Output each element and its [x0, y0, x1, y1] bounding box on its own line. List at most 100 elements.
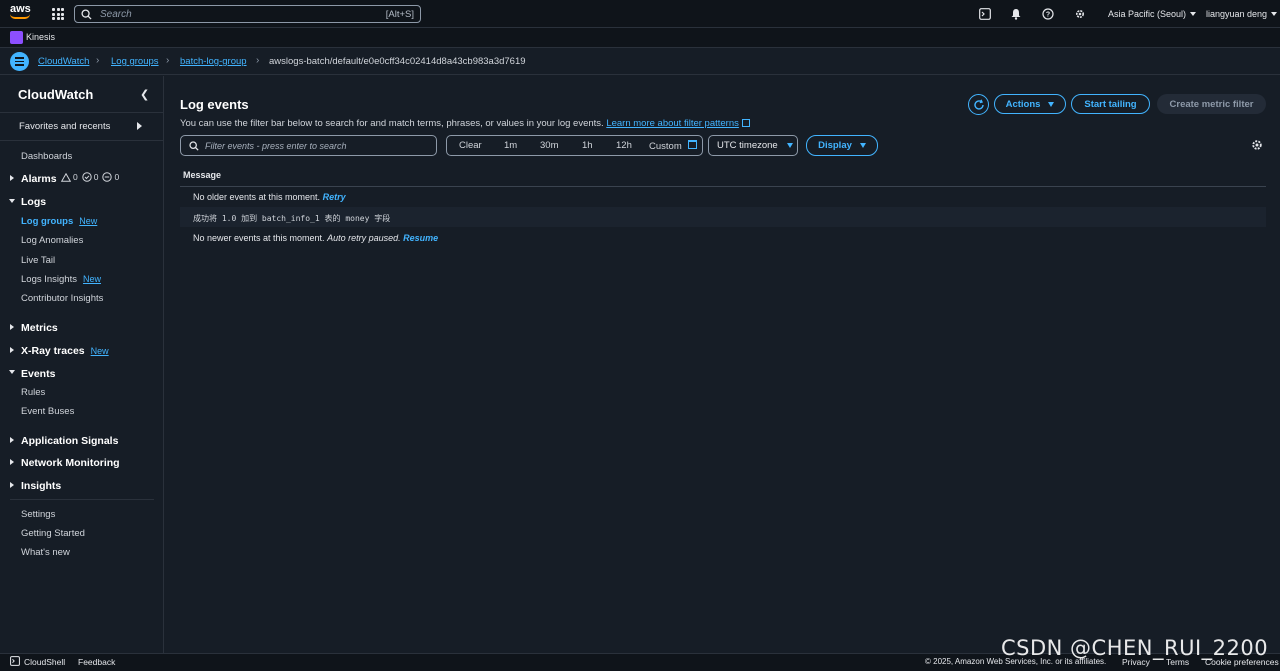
settings-gear-icon[interactable] — [1073, 7, 1087, 21]
chevron-down-icon — [1271, 12, 1278, 16]
time-30m-button[interactable]: 30m — [540, 140, 558, 151]
resume-link[interactable]: Resume — [403, 233, 438, 243]
side-menu-toggle-button[interactable] — [10, 52, 29, 71]
sidebar-section-network-monitoring[interactable]: Network Monitoring — [21, 457, 120, 469]
favorites-and-recents[interactable]: Favorites and recents — [19, 121, 110, 132]
new-badge[interactable]: New — [91, 346, 109, 356]
caret-right-icon[interactable] — [10, 347, 14, 353]
aws-logo[interactable]: aws — [10, 4, 34, 24]
sidebar-item-logs-insights[interactable]: Logs Insights New — [21, 274, 101, 285]
search-icon — [189, 140, 199, 151]
alarm-status-badges[interactable]: 0 0 0 — [61, 172, 119, 182]
caret-right-icon[interactable] — [10, 482, 14, 488]
sidebar-section-xray[interactable]: X-Ray traces New — [21, 345, 109, 357]
create-metric-filter-button[interactable]: Create metric filter — [1157, 94, 1266, 114]
refresh-icon — [973, 99, 984, 110]
footer-cloudshell-link[interactable]: CloudShell — [24, 657, 65, 667]
caret-right-icon[interactable] — [137, 122, 142, 130]
sidebar-section-events[interactable]: Events — [21, 368, 55, 380]
divider — [10, 499, 154, 500]
caret-right-icon[interactable] — [10, 175, 14, 181]
kinesis-shortcut[interactable]: Kinesis — [26, 32, 55, 42]
log-event-message[interactable]: 成功将 1.0 加到 batch_info_1 表的 money 字段 — [193, 213, 390, 224]
user-name: liangyuan deng — [1206, 9, 1268, 19]
sidebar-item-rules[interactable]: Rules — [21, 387, 45, 398]
divider — [0, 140, 164, 141]
kinesis-service-icon[interactable] — [10, 31, 23, 44]
sidebar-section-metrics[interactable]: Metrics — [21, 322, 58, 334]
caret-right-icon[interactable] — [10, 324, 14, 330]
sidebar-item-getting-started[interactable]: Getting Started — [21, 528, 85, 539]
retry-link[interactable]: Retry — [323, 192, 346, 202]
search-shortcut: [Alt+S] — [385, 8, 414, 20]
global-search[interactable]: [Alt+S] — [74, 5, 421, 23]
breadcrumb-log-groups[interactable]: Log groups — [111, 56, 159, 67]
actions-label: Actions — [1005, 98, 1041, 110]
sidebar-close-icon[interactable]: ❮ — [140, 88, 149, 101]
sidebar-section-logs[interactable]: Logs — [21, 196, 46, 208]
caret-down-icon — [1048, 101, 1055, 107]
actions-button[interactable]: Actions — [994, 94, 1066, 114]
divider — [0, 112, 164, 113]
sidebar-item-dashboards[interactable]: Dashboards — [21, 151, 72, 162]
refresh-button[interactable] — [968, 94, 989, 115]
cloudshell-icon[interactable] — [978, 7, 992, 21]
sidebar-item-whats-new[interactable]: What's new — [21, 547, 70, 558]
sidebar-item-settings[interactable]: Settings — [21, 509, 55, 520]
sidebar-item-live-tail[interactable]: Live Tail — [21, 255, 55, 266]
start-tailing-button[interactable]: Start tailing — [1071, 94, 1150, 114]
warning-triangle-icon — [61, 172, 71, 182]
search-input[interactable] — [100, 8, 386, 20]
time-clear-button[interactable]: Clear — [459, 140, 482, 151]
caret-down-icon[interactable] — [9, 370, 15, 374]
chevron-right-icon: › — [166, 55, 170, 66]
chevron-right-icon: › — [256, 55, 260, 66]
create-metric-filter-label: Create metric filter — [1169, 98, 1254, 110]
time-custom-button[interactable]: Custom — [649, 139, 697, 152]
breadcrumb-log-group[interactable]: batch-log-group — [180, 56, 247, 67]
filter-events-input[interactable] — [205, 140, 436, 151]
sidebar-item-log-groups[interactable]: Log groups New — [21, 216, 97, 227]
watermark: CSDN @CHEN_RUI_2200 — [1001, 636, 1269, 660]
alarm-count: 0 — [73, 172, 78, 182]
sidebar-item-event-buses[interactable]: Event Buses — [21, 406, 74, 417]
cloudshell-icon[interactable] — [10, 656, 20, 666]
sidebar-section-insights[interactable]: Insights — [21, 480, 61, 492]
sidebar-section-application-signals[interactable]: Application Signals — [21, 435, 118, 447]
new-badge[interactable]: New — [83, 274, 101, 284]
footer-feedback-link[interactable]: Feedback — [78, 657, 115, 667]
older-events-text: No older events at this moment. — [193, 192, 321, 202]
start-tailing-label: Start tailing — [1084, 98, 1137, 110]
help-icon[interactable]: ? — [1041, 7, 1055, 21]
timezone-select[interactable]: UTC timezone — [708, 135, 798, 156]
services-grid-icon[interactable] — [52, 8, 64, 20]
new-badge[interactable]: New — [79, 216, 97, 226]
time-range-selector[interactable]: Clear 1m 30m 1h 12h Custom — [446, 135, 703, 156]
external-link-icon — [741, 119, 750, 127]
notifications-bell-icon[interactable] — [1009, 7, 1023, 21]
search-icon — [81, 8, 92, 20]
time-1h-button[interactable]: 1h — [582, 140, 593, 151]
caret-down-icon[interactable] — [9, 199, 15, 203]
time-12h-button[interactable]: 12h — [616, 140, 632, 151]
learn-more-link[interactable]: Learn more about filter patterns — [606, 118, 739, 129]
filter-events-field[interactable] — [180, 135, 437, 156]
caret-right-icon[interactable] — [10, 459, 14, 465]
table-preferences-gear-icon[interactable] — [1251, 139, 1263, 151]
column-header-message[interactable]: Message — [183, 170, 221, 180]
breadcrumb-cloudwatch[interactable]: CloudWatch — [38, 56, 89, 67]
description-text: You can use the filter bar below to sear… — [180, 118, 604, 129]
region-label: Asia Pacific (Seoul) — [1108, 9, 1187, 19]
time-1m-button[interactable]: 1m — [504, 140, 517, 151]
user-menu[interactable]: liangyuan deng — [1206, 9, 1278, 19]
sidebar-item-label: Log groups — [21, 216, 74, 227]
sidebar-section-alarms[interactable]: Alarms — [21, 173, 57, 185]
caret-right-icon[interactable] — [10, 437, 14, 443]
display-button[interactable]: Display — [806, 135, 878, 156]
chevron-right-icon: › — [96, 55, 100, 66]
sidebar-item-contributor-insights[interactable]: Contributor Insights — [21, 293, 103, 304]
page-description: You can use the filter bar below to sear… — [180, 118, 750, 129]
sidebar-item-log-anomalies[interactable]: Log Anomalies — [21, 235, 83, 246]
region-selector[interactable]: Asia Pacific (Seoul) — [1108, 9, 1197, 19]
auto-retry-text: Auto retry paused. — [327, 233, 401, 243]
